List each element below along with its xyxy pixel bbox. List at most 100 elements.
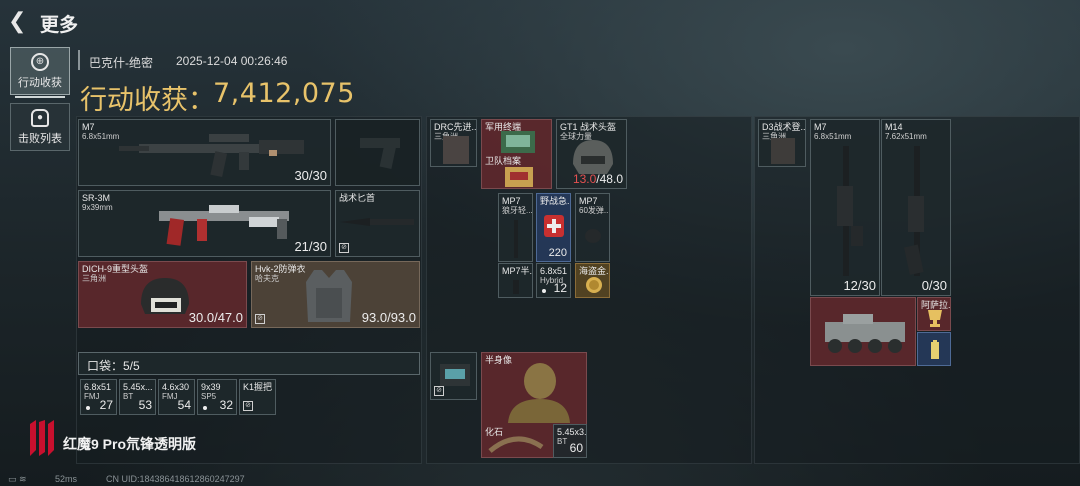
rig-icon (443, 136, 469, 164)
item-sub: 60发弹... (579, 206, 610, 215)
pistol-slot-empty[interactable] (335, 119, 420, 186)
weapon-caliber: 6.8x51mm (82, 132, 120, 141)
weapon-caliber: 6.8x51mm (814, 132, 852, 141)
helmet-icon (141, 278, 189, 314)
rig-item[interactable]: D3战术登... 三角洲 (758, 119, 806, 167)
dot-icon (86, 406, 90, 410)
haul-label: 行动收获： (80, 85, 215, 116)
rig-weapon[interactable]: M14 7.62x51mm 0/30 (881, 119, 951, 296)
backpack-item[interactable]: GT1 战术头盔 全球力量 13.0/48.0 (556, 119, 627, 189)
item-name: DRC先进... (434, 122, 477, 132)
vest-icon (306, 270, 352, 322)
secondary-weapon-slot[interactable]: SR-3M 9x39mm 21/30 (78, 190, 331, 257)
pocket-label: 口袋：5/5 (87, 359, 140, 373)
item-sub: BT (557, 437, 568, 446)
weapon-name: SR-3M (82, 193, 111, 203)
no-insure-icon: ⊘ (243, 401, 253, 411)
pocket-item-sub: FMJ (84, 392, 100, 401)
armor-name: Hvk-2防弹衣 (255, 264, 306, 274)
primary-weapon-slot[interactable]: M7 6.8x51mm 30/30 (78, 119, 331, 186)
backpack-item[interactable]: 野战急... 220 (536, 193, 571, 262)
brand-text: 红魔9 Pro氘锋透明版 (63, 436, 197, 452)
knife-icon (340, 218, 414, 226)
rig-weapon[interactable]: M7 6.8x51mm 12/30 (810, 119, 880, 296)
map-name: 巴克什-绝密 (89, 56, 153, 70)
armor-faction: 哈夫克 (255, 274, 279, 283)
helmet-slot[interactable]: DICH-9重型头盔 三角洲 30.0/47.0 (78, 261, 247, 328)
pocket-item[interactable]: 5.45x... BT 53 (119, 379, 156, 415)
pocket-header: 口袋：5/5 (78, 352, 420, 375)
page-title: 更多 (40, 15, 79, 36)
apc-icon (825, 314, 905, 353)
dot-icon (203, 406, 207, 410)
pocket-item[interactable]: 4.6x30 FMJ 54 (158, 379, 195, 415)
item-name: MP7半... (502, 266, 533, 276)
backpack-item[interactable]: MP7半... (498, 263, 533, 298)
stock-icon (513, 280, 519, 294)
tab-kills[interactable]: ● 击败列表 (10, 103, 70, 151)
backpack-item[interactable]: 5.45x3... BT 60 (553, 424, 587, 458)
backpack-item[interactable]: MP7 狼牙轻... (498, 193, 533, 262)
helmet-icon (573, 140, 613, 174)
backpack-item[interactable]: 海盗金... (575, 263, 610, 298)
first-aid-icon (544, 215, 564, 237)
item-count: 60 (569, 441, 583, 455)
pocket-item-name: 6.8x51 (84, 382, 112, 392)
tab-haul[interactable]: ⊕ 行动收获 (10, 47, 70, 98)
item-name: MP7 (502, 196, 521, 206)
bust-icon (508, 363, 570, 423)
weapon-ammo-count: 21/30 (294, 239, 327, 254)
armor-slot[interactable]: Hvk-2防弹衣 哈夫克 ⊘ 93.0/93.0 (251, 261, 420, 328)
weapon-ammo-count: 12/30 (843, 278, 876, 293)
battery-wifi-icon: ▭ ≋ (8, 474, 27, 484)
rifle-icon (904, 146, 924, 276)
weapon-name: M7 (82, 122, 95, 132)
item-name: MP7 (579, 196, 598, 206)
item-name: 卫队档案 (485, 156, 522, 166)
item-name: 海盗金... (579, 266, 609, 276)
ping-value: 52ms (55, 474, 78, 484)
pistol-placeholder-icon (360, 138, 400, 169)
pocket-item-count: 32 (219, 398, 233, 412)
rig-icon (771, 138, 795, 164)
weapon-ammo-count: 0/30 (921, 278, 947, 293)
barrel-icon (514, 220, 518, 258)
no-insure-icon: ⊘ (434, 386, 444, 396)
brand-logo-icon (30, 420, 54, 456)
back-arrow-icon[interactable]: ❮ (8, 10, 30, 32)
weapon-name: M7 (814, 122, 827, 132)
item-sub: 狼牙轻... (502, 206, 533, 215)
backpack-item[interactable]: DRC先进... 三角洲 (430, 119, 477, 167)
pocket-item-sub: SP5 (201, 392, 217, 401)
skull-icon: ● (31, 109, 49, 127)
gt1-durability: 13.0/48.0 (573, 172, 623, 186)
item-name: D3战术登... (762, 122, 806, 132)
melee-slot[interactable]: 战术匕首 ⊘ (335, 190, 420, 257)
magazine-icon (585, 229, 601, 243)
pocket-item[interactable]: 9x39 SP5 32 (197, 379, 237, 415)
rifle-icon (837, 146, 863, 276)
backpack-item[interactable]: ⊘ (430, 352, 477, 400)
pocket-item[interactable]: K1握把 ⊘ (239, 379, 276, 415)
backpack-item[interactable]: MP7 60发弹... (575, 193, 610, 262)
smg-icon (159, 205, 289, 246)
haul-icon: ⊕ (31, 53, 49, 71)
info-divider (78, 50, 80, 70)
backpack-item[interactable]: 6.8x51 Hybrid 12 (536, 263, 571, 298)
rig-item[interactable]: 阿萨拉... (917, 297, 951, 331)
match-datetime: 2025-12-04 00:26:46 (176, 54, 288, 68)
haul-value: 7,412,075 (213, 78, 355, 109)
no-insure-icon: ⊘ (339, 243, 349, 253)
backpack-item[interactable]: 军用终端 卫队档案 (481, 119, 552, 189)
terminal-icon (501, 131, 535, 153)
pocket-item[interactable]: 6.8x51 FMJ 27 (80, 379, 117, 415)
fossil-icon (488, 436, 544, 453)
helmet-name: DICH-9重型头盔 (82, 264, 149, 274)
rig-item[interactable] (810, 297, 916, 366)
case-icon (440, 364, 470, 386)
weapon-caliber: 7.62x51mm (885, 132, 927, 141)
item-name: 野战急... (540, 196, 570, 206)
helmet-durability: 30.0/47.0 (188, 310, 243, 325)
rig-item[interactable] (917, 332, 951, 366)
no-insure-icon: ⊘ (255, 314, 265, 324)
